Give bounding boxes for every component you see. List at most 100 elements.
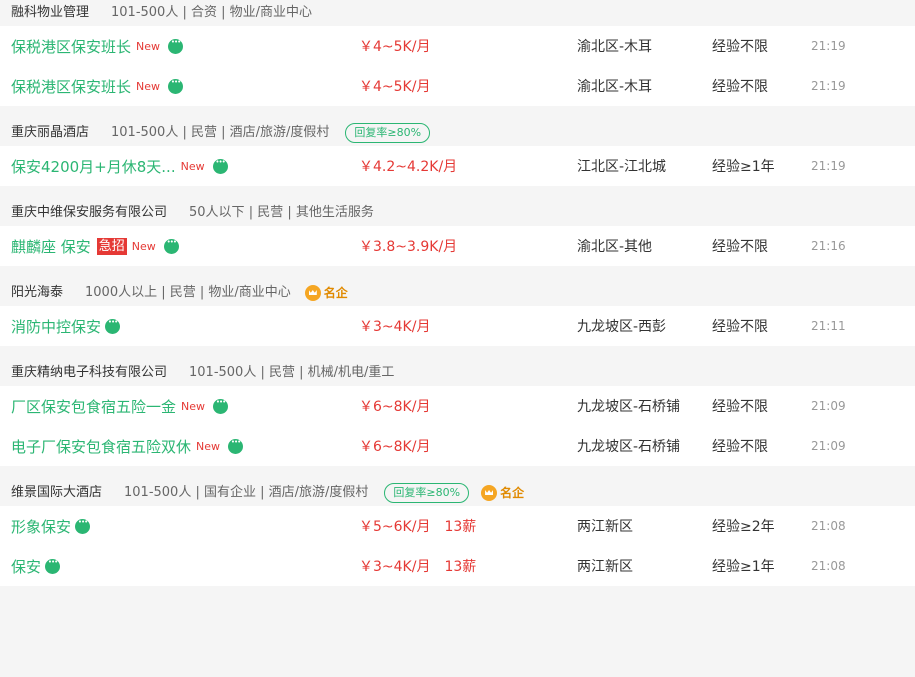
company-info: 50人以下 | 民营 | 其他生活服务 (189, 205, 374, 220)
chat-icon[interactable] (75, 518, 91, 534)
location: 九龙坡区-石桥铺 (577, 399, 681, 415)
job-title[interactable]: 保安 (11, 556, 41, 577)
job-title[interactable]: 电子厂保安包食宿五险双休 (11, 436, 191, 457)
chat-icon[interactable] (105, 318, 121, 334)
job-title[interactable]: 消防中控保安 (11, 316, 101, 337)
location: 渝北区-其他 (577, 239, 653, 255)
chat-icon[interactable] (228, 438, 244, 454)
job-list: 融科物业管理 101-500人 | 合资 | 物业/商业中心 保税港区保安班长 … (0, 0, 915, 586)
job-title[interactable]: 保安4200月+月休8天... (11, 156, 176, 177)
company-info: 101-500人 | 合资 | 物业/商业中心 (111, 5, 313, 20)
experience: 经验不限 (712, 239, 768, 255)
company-group: 重庆精纳电子科技有限公司 101-500人 | 民营 | 机械/机电/重工 厂区… (0, 360, 915, 466)
salary: ￥4~5K/月 (359, 39, 431, 55)
famous-company-label: 名企 (500, 486, 525, 500)
famous-company-badge: 名企 (481, 480, 524, 506)
company-name[interactable]: 重庆精纳电子科技有限公司 (11, 360, 167, 386)
company-header: 重庆丽晶酒店 101-500人 | 民营 | 酒店/旅游/度假村 回复率≥80% (0, 120, 915, 146)
company-header: 融科物业管理 101-500人 | 合资 | 物业/商业中心 (0, 0, 915, 26)
company-info: 101-500人 | 民营 | 酒店/旅游/度假村 (111, 125, 330, 140)
salary: ￥3~4K/月 (359, 319, 431, 335)
company-name[interactable]: 阳光海泰 (11, 280, 63, 306)
company-group: 重庆丽晶酒店 101-500人 | 民营 | 酒店/旅游/度假村 回复率≥80%… (0, 120, 915, 186)
company-name[interactable]: 融科物业管理 (11, 0, 89, 26)
company-header: 阳光海泰 1000人以上 | 民营 | 物业/商业中心 名企 (0, 280, 915, 306)
location: 两江新区 (577, 559, 633, 575)
famous-company-badge: 名企 (304, 280, 348, 306)
post-time: 21:09 (811, 399, 846, 413)
chat-icon[interactable] (45, 558, 61, 574)
famous-company-label: 名企 (323, 286, 348, 300)
experience: 经验不限 (712, 399, 768, 415)
company-header: 维景国际大酒店 101-500人 | 国有企业 | 酒店/旅游/度假村 回复率≥… (0, 480, 915, 506)
urgent-badge: 急招 (96, 237, 127, 255)
company-name[interactable]: 重庆丽晶酒店 (11, 120, 89, 146)
post-time: 21:09 (811, 439, 846, 453)
company-info: 101-500人 | 国有企业 | 酒店/旅游/度假村 (124, 485, 369, 500)
job-title[interactable]: 麒麟座 保安 (11, 236, 91, 257)
location: 江北区-江北城 (577, 159, 667, 175)
job-title[interactable]: 形象保安 (11, 516, 71, 537)
new-badge: New (180, 159, 205, 173)
company-info: 101-500人 | 民营 | 机械/机电/重工 (189, 365, 395, 380)
job-title[interactable]: 保税港区保安班长 (11, 76, 131, 97)
post-time: 21:19 (811, 159, 846, 173)
company-group: 阳光海泰 1000人以上 | 民营 | 物业/商业中心 名企 消防中控保安 ￥3… (0, 280, 915, 346)
company-header: 重庆精纳电子科技有限公司 101-500人 | 民营 | 机械/机电/重工 (0, 360, 915, 386)
post-time: 21:16 (811, 239, 846, 253)
post-time: 21:19 (811, 79, 846, 93)
new-badge: New (196, 439, 221, 453)
reply-rate-badge: 回复率≥80% (345, 123, 431, 143)
job-row[interactable]: 麒麟座 保安 急招 New ￥3.8~3.9K/月 渝北区-其他 经验不限 21… (0, 226, 915, 266)
post-time: 21:11 (811, 319, 846, 333)
experience: 经验不限 (712, 439, 768, 455)
location: 两江新区 (577, 519, 633, 535)
salary-months: 13薪 (444, 559, 477, 575)
job-row[interactable]: 厂区保安包食宿五险一金 New ￥6~8K/月 九龙坡区-石桥铺 经验不限 21… (0, 386, 915, 426)
job-row[interactable]: 保安 ￥3~4K/月 13薪 两江新区 经验≥1年 21:08 (0, 546, 915, 586)
experience: 经验不限 (712, 39, 768, 55)
experience: 经验≥1年 (712, 159, 775, 175)
post-time: 21:08 (811, 559, 846, 573)
salary-range: ￥5~6K/月 (359, 519, 431, 535)
job-row[interactable]: 保税港区保安班长 New ￥4~5K/月 渝北区-木耳 经验不限 21:19 (0, 66, 915, 106)
job-row[interactable]: 保安4200月+月休8天... New ￥4.2~4.2K/月 江北区-江北城 … (0, 146, 915, 186)
experience: 经验不限 (712, 319, 768, 335)
experience: 经验≥2年 (712, 519, 775, 535)
job-title[interactable]: 保税港区保安班长 (11, 36, 131, 57)
salary: ￥4.2~4.2K/月 (359, 159, 458, 175)
new-badge: New (136, 79, 161, 93)
chat-icon[interactable] (212, 158, 228, 174)
chat-icon[interactable] (163, 238, 179, 254)
salary: ￥3~4K/月 13薪 (359, 556, 476, 576)
new-badge: New (181, 399, 206, 413)
location: 九龙坡区-石桥铺 (577, 439, 681, 455)
company-name[interactable]: 维景国际大酒店 (11, 480, 102, 506)
company-group: 重庆中维保安服务有限公司 50人以下 | 民营 | 其他生活服务 麒麟座 保安 … (0, 200, 915, 266)
salary: ￥5~6K/月 13薪 (359, 516, 476, 536)
job-row[interactable]: 保税港区保安班长 New ￥4~5K/月 渝北区-木耳 经验不限 21:19 (0, 26, 915, 66)
job-row[interactable]: 消防中控保安 ￥3~4K/月 九龙坡区-西彭 经验不限 21:11 (0, 306, 915, 346)
experience: 经验≥1年 (712, 559, 775, 575)
salary-range: ￥3~4K/月 (359, 559, 431, 575)
chat-icon[interactable] (168, 38, 184, 54)
company-group: 融科物业管理 101-500人 | 合资 | 物业/商业中心 保税港区保安班长 … (0, 0, 915, 106)
salary: ￥3.8~3.9K/月 (359, 239, 458, 255)
company-name[interactable]: 重庆中维保安服务有限公司 (11, 200, 167, 226)
job-row[interactable]: 电子厂保安包食宿五险双休 New ￥6~8K/月 九龙坡区-石桥铺 经验不限 2… (0, 426, 915, 466)
salary: ￥6~8K/月 (359, 399, 431, 415)
new-badge: New (131, 239, 156, 253)
salary-months: 13薪 (444, 519, 477, 535)
post-time: 21:19 (811, 39, 846, 53)
location: 九龙坡区-西彭 (577, 319, 667, 335)
job-row[interactable]: 形象保安 ￥5~6K/月 13薪 两江新区 经验≥2年 21:08 (0, 506, 915, 546)
crown-icon (304, 285, 321, 301)
company-header: 重庆中维保安服务有限公司 50人以下 | 民营 | 其他生活服务 (0, 200, 915, 226)
reply-rate-badge: 回复率≥80% (384, 483, 470, 503)
chat-icon[interactable] (168, 78, 184, 94)
experience: 经验不限 (712, 79, 768, 95)
job-title[interactable]: 厂区保安包食宿五险一金 (11, 396, 176, 417)
chat-icon[interactable] (213, 398, 229, 414)
new-badge: New (136, 39, 161, 53)
salary: ￥4~5K/月 (359, 79, 431, 95)
